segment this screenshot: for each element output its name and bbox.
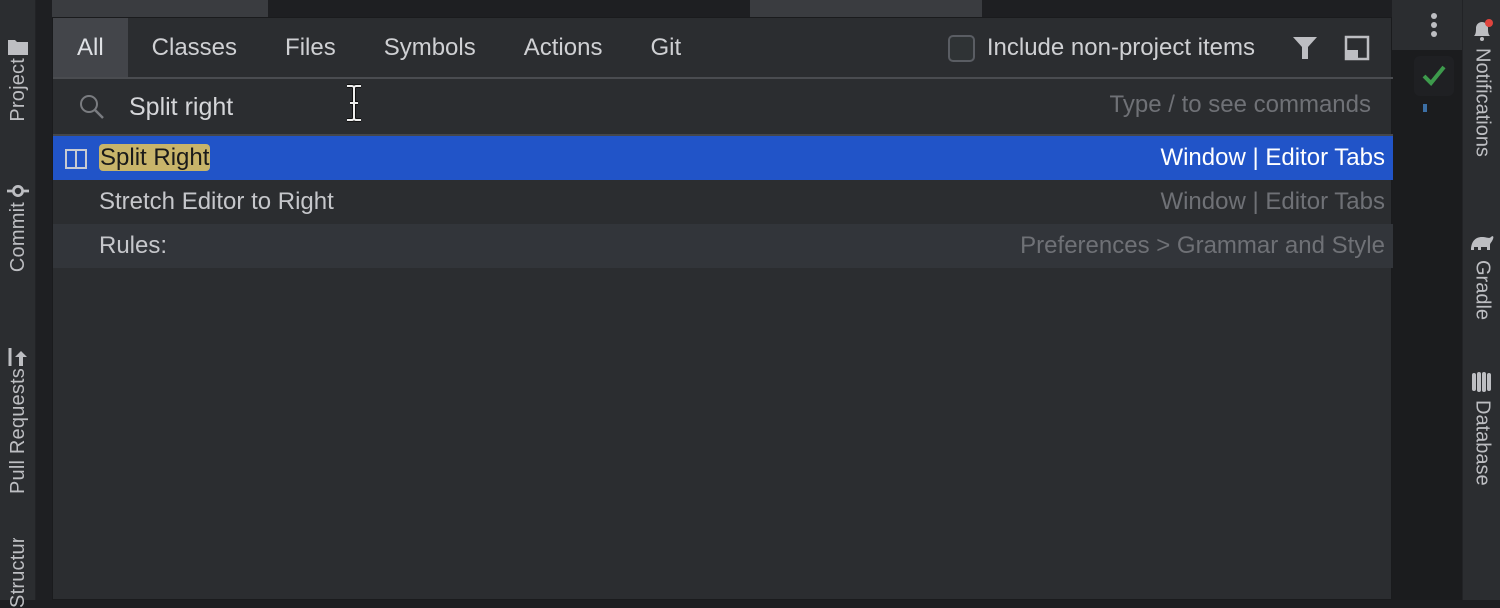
tab-git[interactable]: Git xyxy=(626,18,705,78)
result-location: Window | Editor Tabs xyxy=(1160,188,1385,215)
editor-gutter xyxy=(36,0,52,600)
tool-commit-label: Commit xyxy=(6,201,29,272)
bell-icon xyxy=(1469,18,1495,42)
error-stripe-marker[interactable] xyxy=(1423,104,1427,112)
search-field[interactable]: Type / to see commands xyxy=(53,79,1393,135)
database-icon xyxy=(1469,370,1495,394)
tab-actions[interactable]: Actions xyxy=(500,18,627,78)
inspection-status[interactable] xyxy=(1414,56,1454,96)
commit-icon xyxy=(7,180,29,202)
result-name: Stretch Editor to Right xyxy=(99,188,334,215)
tool-project[interactable]: Project xyxy=(0,12,36,122)
right-tool-strip: Notifications Gradle Database xyxy=(1462,0,1500,600)
left-tool-strip: Project Commit Pull Requests Structure xyxy=(0,0,36,608)
search-icon xyxy=(79,94,105,120)
result-location: Preferences > Grammar and Style xyxy=(1020,232,1385,259)
tool-structure[interactable]: Structure xyxy=(0,538,36,608)
filter-icon[interactable] xyxy=(1285,28,1325,68)
folder-icon xyxy=(7,36,29,58)
result-name: Split Right xyxy=(99,144,211,172)
result-name: Rules: xyxy=(99,232,168,259)
include-non-project-checkbox[interactable] xyxy=(947,34,975,62)
result-row[interactable]: Stretch Editor to Right Window | Editor … xyxy=(53,180,1393,224)
search-tabs: All Classes Files Symbols Actions Git In… xyxy=(53,18,1393,78)
more-options-icon[interactable] xyxy=(1430,12,1438,43)
tool-pull-requests[interactable]: Pull Requests xyxy=(0,318,36,494)
checkmark-icon xyxy=(1422,64,1446,91)
search-everywhere-popup: All Classes Files Symbols Actions Git In… xyxy=(52,17,1393,600)
match-highlight: Split Right xyxy=(99,144,211,171)
pull-request-icon xyxy=(7,346,29,368)
editor-tab-bar-right xyxy=(1392,0,1462,50)
result-location: Window | Editor Tabs xyxy=(1160,144,1385,171)
tool-database-label: Database xyxy=(1471,400,1494,486)
tool-gradle[interactable]: Gradle xyxy=(1463,230,1500,320)
tool-project-label: Project xyxy=(6,58,29,122)
tool-pull-requests-label: Pull Requests xyxy=(6,368,29,494)
tool-gradle-label: Gradle xyxy=(1471,260,1494,321)
tab-classes[interactable]: Classes xyxy=(128,18,261,78)
results-list: Split Right Window | Editor Tabs Stretch… xyxy=(53,136,1393,268)
search-input[interactable] xyxy=(129,92,329,122)
text-cursor-icon xyxy=(343,83,365,123)
elephant-icon xyxy=(1469,230,1495,254)
editor-tab-background[interactable] xyxy=(52,0,268,18)
result-row[interactable]: Split Right Window | Editor Tabs xyxy=(53,136,1393,180)
tab-all[interactable]: All xyxy=(53,18,128,78)
split-vertical-icon xyxy=(65,148,87,169)
open-in-tool-window-icon[interactable] xyxy=(1337,28,1377,68)
editor-tab-background[interactable] xyxy=(750,0,982,18)
tool-notifications[interactable]: Notifications xyxy=(1463,18,1500,157)
result-row[interactable]: Rules: Preferences > Grammar and Style xyxy=(53,224,1393,268)
tool-notifications-label: Notifications xyxy=(1471,48,1494,157)
include-non-project-label[interactable]: Include non-project items xyxy=(987,34,1255,62)
tool-structure-label: Structure xyxy=(6,538,29,608)
tab-symbols[interactable]: Symbols xyxy=(360,18,500,78)
search-hint: Type / to see commands xyxy=(1109,91,1371,118)
tool-commit[interactable]: Commit xyxy=(0,160,36,272)
tab-files[interactable]: Files xyxy=(261,18,360,78)
tool-database[interactable]: Database xyxy=(1463,370,1500,486)
